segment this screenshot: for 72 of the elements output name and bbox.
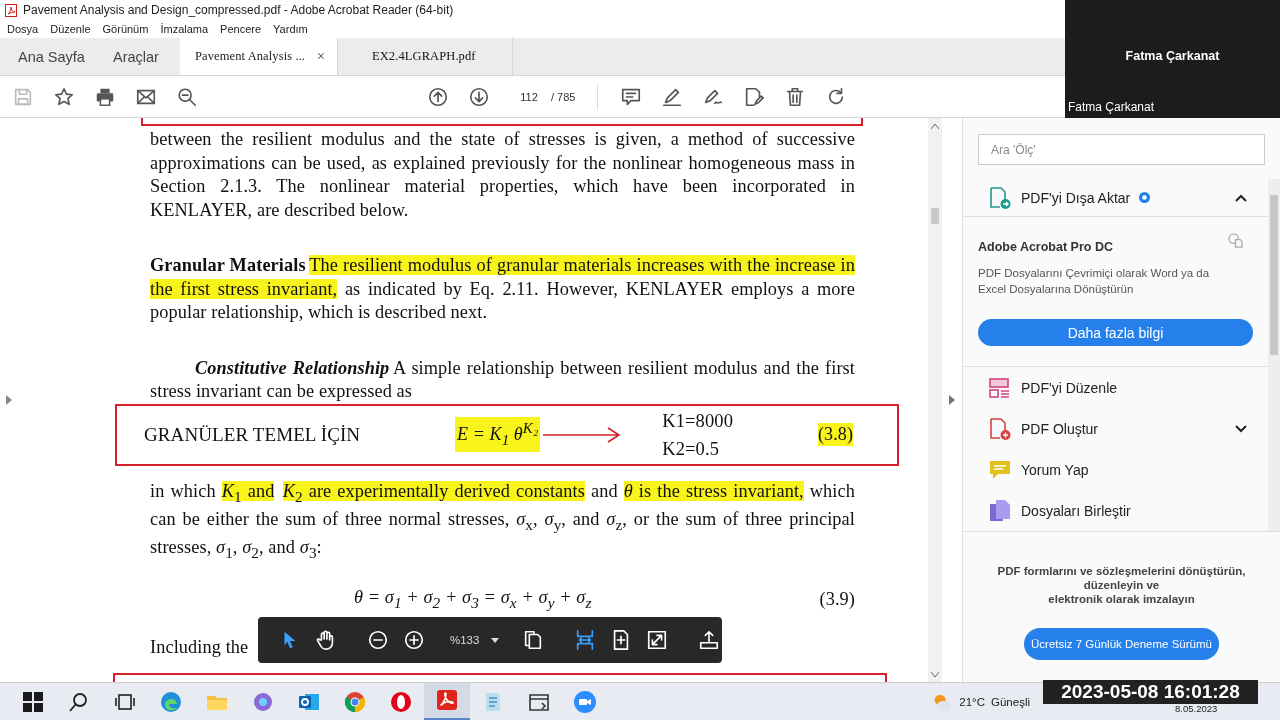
menu-item[interactable]: Dosya	[7, 23, 39, 35]
expand-icon[interactable]	[949, 395, 955, 405]
menu-item[interactable]: Düzenle	[50, 23, 91, 35]
video-call-icon[interactable]	[573, 689, 597, 714]
card-title: Adobe Acrobat Pro DC	[978, 240, 1113, 254]
constant-value: K2=0.5	[662, 437, 720, 461]
windows-icon[interactable]	[21, 689, 45, 714]
menu-item[interactable]: Pencere	[220, 23, 262, 35]
constant-value: K1=8000	[662, 409, 734, 433]
zoom-search-icon[interactable]	[176, 85, 198, 108]
chevron-icon[interactable]	[1235, 424, 1247, 433]
page-down-icon[interactable]	[468, 85, 490, 108]
equation: θ = σ$_{1}$ + σ$_{2}$ + σ$_{3}$ = σ$_{x}$ + σ$_{y}$ + σ$_{z}$	[354, 585, 593, 613]
tab[interactable]: Pavement Analysis ... ×	[180, 38, 338, 75]
participant-name: Fatma Çarkanat	[1124, 49, 1221, 63]
menu-item[interactable]: Yardım	[273, 23, 308, 35]
tool-item[interactable]: Yorum Yap	[963, 449, 1268, 490]
window-title: Pavement Analysis and Design_compressed.pdf - Adobe Acrobat Reader (64-bit)	[23, 3, 454, 17]
paragraph: between the resilient modulus and the state of stresses is given, a method of successive approximations can be used, as explained previously for the nonlinear homogeneous mass in Section 2.1.3. The nonlinear material properties, which have been incorporated in KENLAYER, are described below.	[150, 128, 855, 222]
pdf-icon	[5, 3, 17, 17]
free-trial-button[interactable]: Ücretsiz 7 Günlük Deneme Sürümü	[1024, 628, 1219, 660]
promo-text: PDF formlarını ve sözleşmelerini dönüştürün, düzenleyin ve elektronik olarak imzalayın	[997, 564, 1246, 606]
equation-number: (3.9)	[819, 588, 855, 612]
scrollbar-thumb[interactable]	[1270, 195, 1278, 355]
acrobat-icon[interactable]	[435, 688, 459, 712]
scroll-down-icon[interactable]	[931, 672, 939, 678]
learn-more-button[interactable]: Daha fazla bilgi	[978, 319, 1253, 346]
search-field[interactable]: Ara 'Ölç'	[978, 134, 1265, 165]
temperature: 21°C	[959, 695, 985, 708]
tab[interactable]: EX2.4LGRAPH.pdf	[338, 38, 513, 75]
paragraph: Granular Materials The resilient modulus of granular materials increases with the increase in the first stress invariant, as indicated by Eq. 2.11. However, KENLAYER employs a more popular relationship, which is described next.	[150, 254, 855, 324]
opera-icon[interactable]	[389, 689, 413, 714]
chevron-icon[interactable]	[1235, 193, 1247, 202]
scrollbar-thumb[interactable]	[931, 208, 939, 224]
tool-item[interactable]: Dosyaları Birleştir	[963, 490, 1268, 531]
chrome-icon[interactable]	[343, 689, 367, 714]
menu-item[interactable]: İmzalama	[160, 23, 209, 35]
participant-caption: Fatma Çarkanat	[1068, 100, 1155, 114]
edit-pdf-icon	[988, 375, 1012, 400]
page-total: / 785	[551, 90, 576, 103]
page-up-icon[interactable]	[427, 85, 449, 108]
equation: E = K$_{1}$ θ$^{K₂}$	[455, 416, 541, 453]
weather-label: Güneşli	[991, 695, 1030, 708]
zoom-dropdown[interactable]: %133	[432, 634, 516, 646]
taskbar-date: 8.05.2023	[1175, 703, 1218, 714]
star-icon[interactable]	[53, 85, 75, 108]
paragraph: Including the	[150, 635, 249, 659]
paragraph: Constitutive Relationship A simple relationship between resilient modulus and the first stress invariant can be expressed as	[150, 356, 855, 403]
tool-item[interactable]: PDF Oluştur	[963, 408, 1268, 449]
equation-number: (3.8)	[818, 422, 853, 447]
annotation-label: GRANÜLER TEMEL İÇİN	[144, 422, 362, 447]
close-icon[interactable]: ×	[317, 44, 326, 69]
combine-icon	[988, 498, 1012, 523]
expand-icon[interactable]	[6, 395, 12, 405]
badge-icon	[1139, 192, 1151, 203]
caret-icon[interactable]	[491, 637, 500, 643]
menu-item[interactable]: Görünüm	[102, 23, 149, 35]
create-pdf-icon	[988, 416, 1012, 441]
zoom-out-icon[interactable]	[367, 629, 389, 651]
scroll-up-icon[interactable]	[931, 123, 939, 129]
export-pdf-icon	[988, 185, 1012, 210]
zoom-in-icon[interactable]	[403, 629, 425, 651]
tab[interactable]: Ana Sayfa	[0, 38, 96, 75]
recording-timestamp: 2023-05-08 16:01:28	[1043, 680, 1258, 704]
card-description: PDF Dosyalarını Çevrimiçi olarak Word ya da Excel Dosyalarına Dönüştürün	[978, 266, 1211, 297]
document-edit-icon[interactable]	[743, 85, 766, 108]
tool-section-header[interactable]: PDF'yi Dışa Aktar	[963, 179, 1268, 217]
tab[interactable]: Araçlar	[96, 38, 180, 75]
full-screen-icon[interactable]	[646, 629, 669, 651]
tool-item[interactable]: PDF'yi Düzenle	[963, 367, 1268, 408]
upload-icon[interactable]	[698, 629, 721, 651]
browser-icon[interactable]	[159, 689, 183, 714]
